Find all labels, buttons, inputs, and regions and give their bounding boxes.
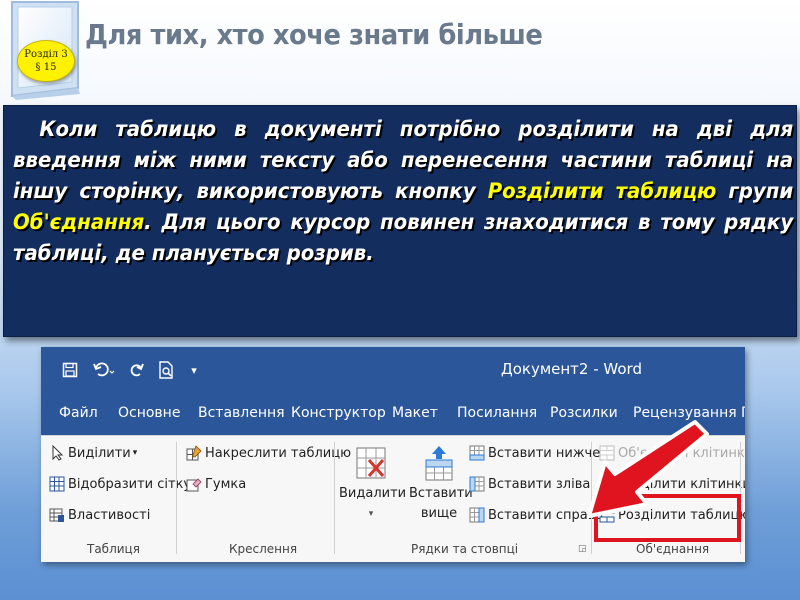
chevron-down-icon: ▾: [132, 448, 138, 458]
show-gridlines-label: Відобразити сітку: [68, 476, 192, 492]
section-badge: Розділ 3 § 15: [17, 40, 75, 82]
show-gridlines-button[interactable]: Відобразити сітку: [49, 476, 191, 492]
eraser-button[interactable]: Гумка: [186, 476, 246, 492]
document-title: Документ2 - Word: [501, 360, 642, 378]
delete-button[interactable]: Видалити ▾: [339, 446, 407, 524]
print-preview-icon[interactable]: [155, 359, 177, 381]
insert-right-icon: [469, 507, 485, 523]
insert-above-button[interactable]: Вставити вище: [409, 446, 473, 524]
undo-icon[interactable]: [91, 359, 117, 381]
group-divider: [176, 442, 177, 554]
insert-above-label-line1: Вставити: [409, 486, 473, 501]
insert-left-icon: [469, 476, 485, 492]
group-label-rows-columns: Рядки та стовпці: [411, 542, 519, 556]
badge-section: Розділ 3: [24, 49, 68, 60]
chevron-down-icon: ▾: [368, 509, 374, 519]
tab-overflow[interactable]: Г: [741, 405, 745, 421]
select-button[interactable]: Виділити ▾: [49, 444, 138, 461]
grid-icon: [49, 476, 65, 492]
explanation-textbox: Коли таблицю в документі потрібно розділ…: [3, 105, 797, 337]
redo-icon[interactable]: [127, 359, 147, 381]
delete-label: Видалити: [339, 486, 407, 501]
insert-above-icon: [423, 446, 455, 482]
red-arrow-icon: [587, 420, 709, 518]
insert-below-button[interactable]: Вставити нижче: [469, 445, 600, 461]
insert-below-icon: [469, 445, 485, 461]
tab-home[interactable]: Основне: [118, 405, 180, 421]
insert-above-label-line2: вище: [420, 506, 458, 521]
save-icon[interactable]: [59, 359, 81, 381]
group-label-draw: Креслення: [229, 542, 298, 556]
properties-icon: [49, 507, 65, 523]
group-label-table: Таблиця: [87, 542, 140, 556]
select-label: Виділити: [68, 445, 131, 461]
eraser-label: Гумка: [205, 476, 247, 492]
word-titlebar: ▾ Документ2 - Word: [41, 347, 745, 393]
tab-insert[interactable]: Вставлення: [198, 405, 285, 421]
insert-left-button[interactable]: Вставити зліва: [469, 476, 590, 492]
draw-table-button[interactable]: Накреслити таблицю: [186, 445, 351, 461]
text-highlight-split-table: Розділити таблицю: [487, 179, 717, 203]
group-divider: [334, 442, 335, 554]
tab-design[interactable]: Конструктор: [291, 405, 386, 421]
page-title: Для тих, хто хоче знати більше: [85, 18, 543, 51]
group-label-merge: Об'єднання: [636, 542, 710, 556]
badge-paragraph: § 15: [35, 62, 57, 73]
explanation-text: Коли таблицю в документі потрібно розділ…: [13, 114, 793, 269]
dialog-launcher-icon[interactable]: ◲: [578, 544, 587, 554]
tab-layout[interactable]: Макет: [392, 405, 438, 421]
eraser-icon: [186, 476, 202, 492]
customize-toolbar-icon[interactable]: ▾: [187, 359, 201, 381]
text-highlight-merge-group: Об'єднання: [13, 210, 145, 234]
delete-table-icon: [355, 446, 387, 482]
pencil-table-icon: [186, 445, 202, 461]
tab-references[interactable]: Посилання: [457, 405, 537, 421]
draw-table-label: Накреслити таблицю: [205, 445, 352, 461]
properties-label: Властивості: [68, 507, 151, 523]
cursor-arrow-icon: [49, 444, 65, 461]
text-part-2: групи: [716, 179, 794, 203]
tab-file[interactable]: Файл: [59, 405, 98, 421]
properties-button[interactable]: Властивості: [49, 507, 150, 523]
insert-left-label: Вставити зліва: [488, 476, 591, 492]
